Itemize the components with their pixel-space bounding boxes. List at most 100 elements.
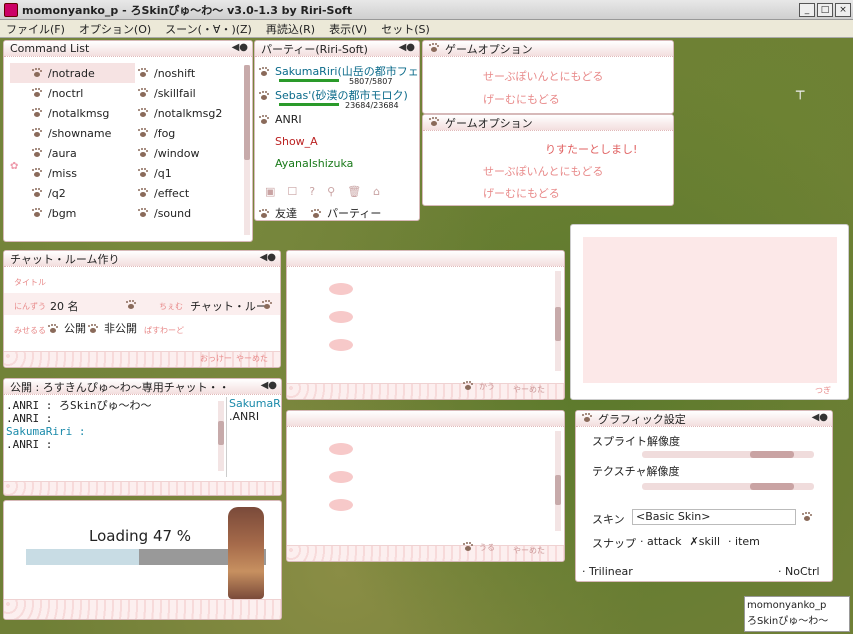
sell-header[interactable]: [287, 411, 564, 427]
paw-icon[interactable]: [262, 301, 272, 310]
party-member[interactable]: Show_A: [259, 135, 419, 157]
slider-knob[interactable]: [750, 483, 794, 490]
menu-set[interactable]: セット(S): [381, 21, 430, 37]
skin-select[interactable]: <Basic Skin>: [632, 509, 796, 525]
public-radio[interactable]: 公開: [48, 320, 86, 336]
game-option-window: ゲームオプション せーぶぽいんとにもどる げーむにもどる: [422, 40, 674, 114]
command-scrollbar[interactable]: [244, 65, 250, 235]
invite-icon[interactable]: ▣: [265, 185, 275, 198]
command-item[interactable]: /sound: [116, 203, 241, 223]
close-button[interactable]: ×: [835, 2, 851, 17]
collapse-icon[interactable]: ◀●: [232, 42, 248, 53]
return-game-button[interactable]: げーむにもどる: [483, 91, 560, 107]
paw-icon: [138, 108, 148, 118]
party-member[interactable]: SakumaRiri(山岳の都市フェ 5807/5807: [259, 63, 419, 87]
type-select[interactable]: チャット・ルー: [190, 298, 267, 314]
chat-header[interactable]: 公開 : ろすきんぴゅ〜わ〜専用チャット・・ ◀●: [4, 379, 281, 395]
search-icon[interactable]: ⚲: [327, 185, 335, 198]
next-button[interactable]: つぎ: [815, 385, 831, 396]
paw-icon[interactable]: [126, 301, 136, 310]
party-member[interactable]: Sebas'(砂漠の都市モロク) 23684/23684: [259, 87, 419, 113]
paw-icon: [138, 128, 148, 138]
command-item[interactable]: /skillfail: [116, 83, 241, 103]
scroll-thumb[interactable]: [555, 475, 561, 505]
character-sprite: [228, 507, 264, 599]
texture-slider[interactable]: [642, 483, 814, 490]
snap-skill-checkbox[interactable]: ✗skill: [690, 535, 721, 548]
sprite-label: スプライト解像度: [592, 435, 680, 448]
sell-scrollbar[interactable]: [555, 431, 561, 531]
scroll-thumb[interactable]: [244, 65, 250, 160]
cancel-button[interactable]: やーめた: [236, 353, 268, 364]
tab-friends[interactable]: 友達: [259, 205, 297, 220]
item-slot[interactable]: [329, 311, 353, 323]
sprite-slider[interactable]: [642, 451, 814, 458]
trade-scrollbar[interactable]: [555, 271, 561, 371]
people-input[interactable]: 20 名: [50, 298, 79, 314]
collapse-icon[interactable]: ◀●: [261, 380, 277, 391]
scroll-thumb[interactable]: [555, 307, 561, 341]
command-item[interactable]: /window: [116, 143, 241, 163]
chat-scrollbar[interactable]: [218, 401, 224, 471]
trilinear-checkbox[interactable]: · Trilinear: [582, 565, 633, 578]
collapse-icon[interactable]: ◀●: [260, 252, 276, 263]
chat-room-header[interactable]: チャット・ルーム作り ◀●: [4, 251, 280, 267]
minimize-button[interactable]: _: [799, 2, 815, 17]
save-point-button[interactable]: せーぶぽいんとにもどる: [483, 163, 603, 179]
cancel-button[interactable]: やーめた: [513, 384, 545, 395]
sell-button[interactable]: うる: [463, 542, 495, 553]
item-slot[interactable]: [329, 471, 353, 483]
item-slot[interactable]: [329, 499, 353, 511]
command-item[interactable]: /effect: [116, 183, 241, 203]
cancel-button[interactable]: やーめた: [513, 545, 545, 556]
game-option-header[interactable]: ゲームオプション: [423, 115, 673, 131]
paw-icon: [32, 88, 42, 98]
slider-knob[interactable]: [750, 451, 794, 458]
paw-icon[interactable]: [802, 513, 812, 522]
save-point-button[interactable]: せーぶぽいんとにもどる: [483, 68, 603, 84]
chat-icon[interactable]: ☐: [287, 185, 297, 198]
noctrl-checkbox[interactable]: · NoCtrl: [778, 565, 820, 578]
trash-icon[interactable]: 🗑: [347, 185, 361, 198]
snap-item-checkbox[interactable]: · item: [728, 535, 760, 548]
party-member[interactable]: ANRI: [259, 113, 419, 135]
command-item[interactable]: /q1: [116, 163, 241, 183]
scroll-thumb[interactable]: [218, 421, 224, 445]
game-option-header[interactable]: ゲームオプション: [423, 41, 673, 57]
item-slot[interactable]: [329, 339, 353, 351]
snap-attack-checkbox[interactable]: · attack: [640, 535, 682, 548]
chat-user-list[interactable]: SakumaRiri .ANRI: [226, 397, 281, 477]
return-game-button[interactable]: げーむにもどる: [483, 185, 560, 201]
people-label: にんずう: [14, 302, 46, 311]
buy-button[interactable]: かう: [463, 381, 495, 392]
collapse-icon[interactable]: ◀●: [399, 42, 415, 53]
item-slot[interactable]: [329, 443, 353, 455]
party-header[interactable]: パーティー(Riri-Soft) ◀●: [255, 41, 419, 57]
paw-icon: [138, 68, 148, 78]
private-radio[interactable]: 非公開: [88, 320, 137, 336]
collapse-icon[interactable]: ◀●: [812, 412, 828, 423]
party-member[interactable]: AyanaIshizuka: [259, 157, 419, 179]
menu-zoom[interactable]: スーン(・∀・)(Z): [165, 21, 252, 37]
lock-icon[interactable]: ⌂: [373, 185, 380, 198]
help-icon[interactable]: ?: [309, 185, 315, 198]
chat-log[interactable]: .ANRI : ろSkinぴゅ〜わ〜 .ANRI : SakumaRiri : …: [6, 399, 216, 451]
paw-icon: [32, 68, 42, 78]
info-panel: [583, 237, 837, 383]
graphic-settings-header[interactable]: グラフィック設定 ◀●: [576, 411, 832, 427]
command-item[interactable]: /notalkmsg2: [116, 103, 241, 123]
maximize-button[interactable]: □: [817, 2, 833, 17]
window-footer: [4, 481, 281, 495]
ok-button[interactable]: おっけー: [200, 353, 232, 364]
command-list-header[interactable]: Command List ◀●: [4, 41, 252, 57]
command-item[interactable]: /fog: [116, 123, 241, 143]
menu-reload[interactable]: 再読込(R): [266, 21, 315, 37]
trade-header[interactable]: [287, 251, 564, 267]
item-slot[interactable]: [329, 283, 353, 295]
menu-file[interactable]: ファイル(F): [6, 21, 65, 37]
menu-option[interactable]: オプション(O): [79, 21, 151, 37]
command-item[interactable]: /noshift: [116, 63, 241, 83]
restart-button[interactable]: りすたーとしまし!: [545, 141, 637, 157]
menu-view[interactable]: 表示(V): [329, 21, 367, 37]
tab-party[interactable]: パーティー: [311, 205, 381, 220]
